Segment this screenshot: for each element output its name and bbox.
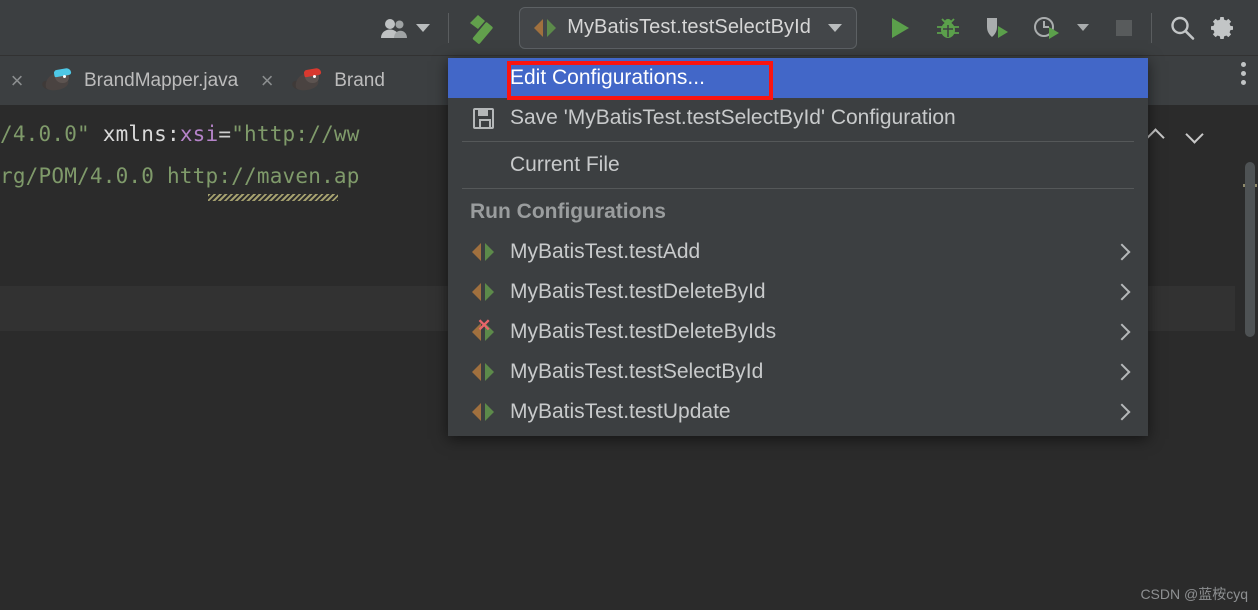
chevron-down-icon [1077, 24, 1089, 31]
code-token-string: "http://ww [231, 122, 359, 146]
menu-item-label: MyBatisTest.testSelectById [510, 360, 763, 384]
close-icon[interactable]: × [254, 70, 280, 92]
debug-button[interactable] [929, 9, 967, 47]
run-button[interactable] [881, 9, 919, 47]
hammer-build-icon [465, 12, 499, 44]
code-token-attribute: xmlns: [90, 122, 180, 146]
menu-item-label: Edit Configurations... [510, 66, 705, 90]
watermark: CSDN @蓝桉cyq [1140, 584, 1248, 604]
menu-item-run-config[interactable]: MyBatisTest.testUpdate [448, 392, 1148, 432]
run-configuration-selector[interactable]: MyBatisTest.testSelectById [519, 7, 857, 49]
more-options-kebab-icon[interactable] [1241, 62, 1246, 85]
junit-test-failed-icon: ✕ [472, 322, 494, 342]
junit-test-icon [472, 362, 494, 382]
code-token-punct: = [218, 122, 231, 146]
chevron-right-icon[interactable] [1114, 285, 1128, 299]
search-icon [1168, 14, 1196, 42]
editor-tab[interactable]: × Brand [250, 56, 397, 106]
close-icon[interactable]: × [4, 70, 30, 92]
profile-dropdown-button[interactable] [1071, 9, 1095, 47]
toolbar-divider-1 [448, 13, 449, 43]
gear-icon [1208, 14, 1236, 42]
menu-item-icon-slot [470, 402, 496, 422]
menu-item-run-config[interactable]: ✕ MyBatisTest.testDeleteByIds [448, 312, 1148, 352]
editor-tab-label: BrandMapper.java [84, 70, 238, 92]
menu-item-icon-slot [470, 242, 496, 262]
chevron-right-icon[interactable] [1114, 325, 1128, 339]
chevron-down-icon[interactable] [1186, 127, 1203, 144]
menu-item-edit-configurations[interactable]: Edit Configurations... [448, 58, 1148, 98]
play-icon [887, 15, 913, 41]
vcs-people-button[interactable] [373, 17, 438, 39]
menu-item-label: Current File [510, 153, 620, 177]
scrollbar-thumb[interactable] [1245, 162, 1255, 337]
search-everywhere-button[interactable] [1162, 9, 1202, 47]
menu-section-header-run-configurations: Run Configurations [448, 192, 1148, 232]
profile-button[interactable] [1027, 9, 1067, 47]
clock-profiler-icon [1033, 15, 1061, 41]
menu-separator [462, 188, 1134, 189]
chevron-down-icon[interactable] [828, 24, 842, 32]
warning-squiggle [208, 194, 338, 201]
mybatis-bird-red-icon [292, 68, 322, 94]
menu-item-label: MyBatisTest.testUpdate [510, 400, 731, 424]
menu-item-save-configuration[interactable]: Save 'MyBatisTest.testSelectById' Config… [448, 98, 1148, 138]
menu-item-label: Save 'MyBatisTest.testSelectById' Config… [510, 106, 956, 130]
save-floppy-icon [473, 108, 494, 129]
mybatis-bird-cyan-icon [42, 68, 72, 94]
junit-test-icon [472, 242, 494, 262]
menu-item-icon-slot: ✕ [470, 322, 496, 342]
code-line: rg/POM/4.0.0 http://maven.ap [0, 164, 360, 188]
code-token-namespace: xsi [180, 122, 219, 146]
chevron-right-icon[interactable] [1114, 405, 1128, 419]
coverage-shield-icon [983, 15, 1011, 41]
menu-section-label: Run Configurations [470, 200, 666, 224]
chevron-up-icon[interactable] [1147, 127, 1164, 144]
code-token-string: rg/POM/4.0.0 [0, 164, 167, 188]
people-icon [381, 17, 409, 39]
menu-item-current-file[interactable]: Current File [448, 145, 1148, 185]
run-with-coverage-button[interactable] [977, 9, 1017, 47]
build-project-button[interactable] [459, 9, 505, 47]
chevron-down-icon [416, 24, 430, 32]
code-line: /4.0.0" xmlns:xsi="http://ww [0, 122, 360, 146]
menu-separator [462, 141, 1134, 142]
main-toolbar: MyBatisTest.testSelectById [0, 0, 1258, 56]
stop-button[interactable] [1107, 9, 1141, 47]
menu-item-label: MyBatisTest.testDeleteById [510, 280, 766, 304]
menu-item-icon-slot [470, 282, 496, 302]
run-configuration-label: MyBatisTest.testSelectById [567, 16, 811, 39]
idea-window: MyBatisTest.testSelectById [0, 0, 1258, 610]
bug-icon [935, 15, 961, 41]
menu-item-run-config[interactable]: MyBatisTest.testAdd [448, 232, 1148, 272]
toolbar-divider-2 [1151, 13, 1152, 43]
code-token-url: http://maven.ap [167, 164, 360, 188]
menu-item-run-config[interactable]: MyBatisTest.testSelectById [448, 352, 1148, 392]
editor-tab-label: Brand [334, 70, 385, 92]
chevron-right-icon[interactable] [1114, 365, 1128, 379]
junit-test-icon [472, 402, 494, 422]
settings-button[interactable] [1202, 9, 1242, 47]
menu-item-label: MyBatisTest.testAdd [510, 240, 700, 264]
run-configuration-dropdown-menu: Edit Configurations... Save 'MyBatisTest… [448, 58, 1148, 436]
menu-item-icon-slot [470, 108, 496, 129]
menu-item-icon-slot [470, 362, 496, 382]
editor-tab[interactable]: × BrandMapper.java [0, 56, 250, 106]
vertical-scrollbar[interactable] [1241, 106, 1258, 610]
chevron-right-icon[interactable] [1114, 245, 1128, 259]
stop-square-icon [1113, 17, 1135, 39]
junit-test-icon [472, 282, 494, 302]
junit-test-icon [534, 18, 556, 38]
menu-item-label: MyBatisTest.testDeleteByIds [510, 320, 776, 344]
code-token-string: /4.0.0" [0, 122, 90, 146]
menu-item-run-config[interactable]: MyBatisTest.testDeleteById [448, 272, 1148, 312]
